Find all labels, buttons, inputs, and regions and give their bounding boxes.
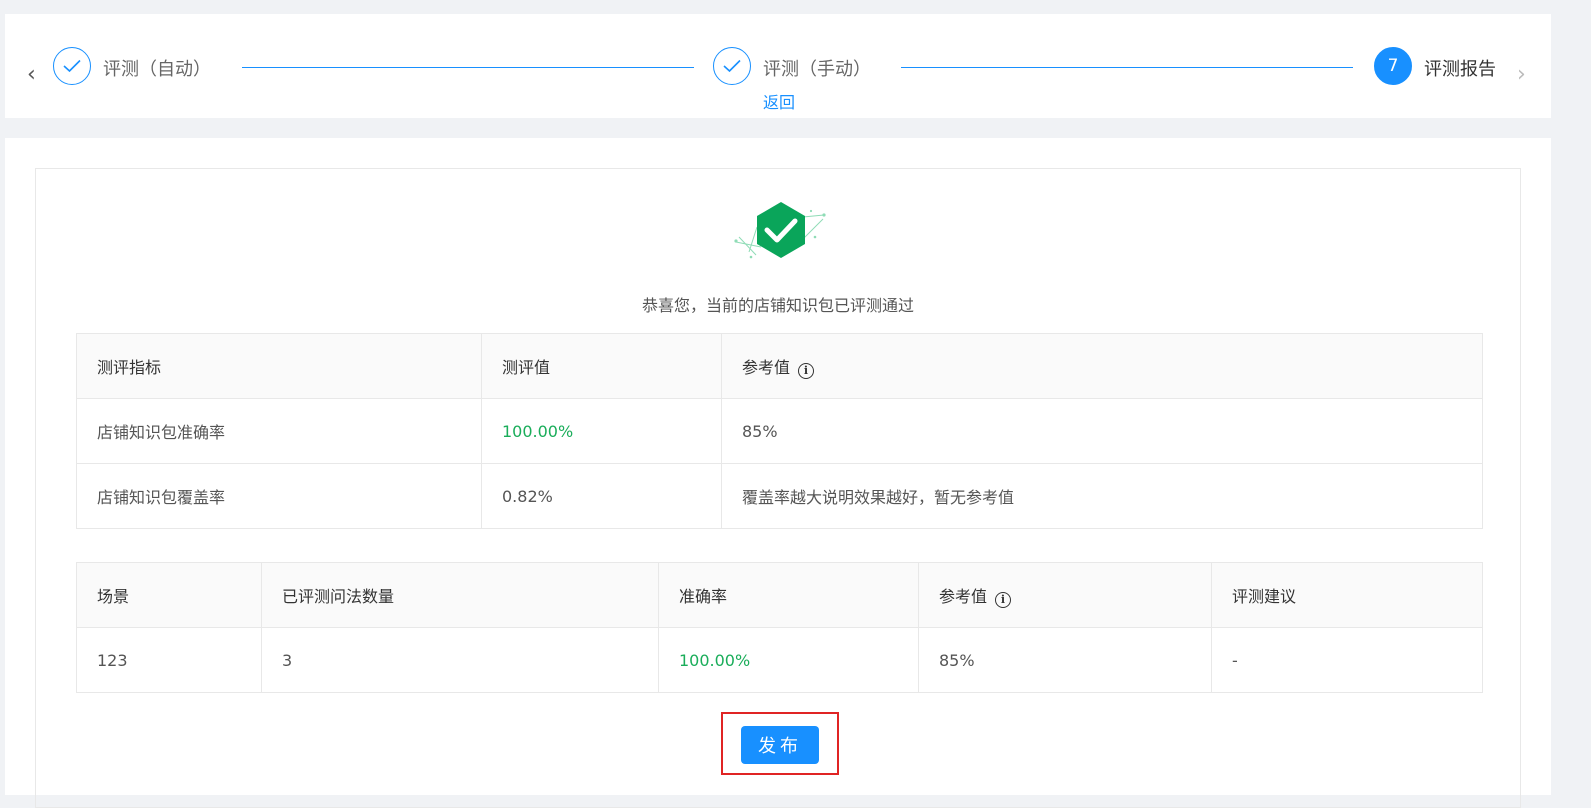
column-header-reference: 参考值 i xyxy=(918,562,1212,628)
back-link[interactable]: 返回 xyxy=(763,89,795,113)
success-check-icon xyxy=(734,202,826,259)
chevron-left-icon[interactable]: ‹ xyxy=(27,64,36,86)
publish-button[interactable]: 发布 xyxy=(741,726,819,764)
reference-value: 85% xyxy=(918,627,1212,693)
metric-value: 0.82% xyxy=(481,463,722,529)
check-icon xyxy=(53,47,91,85)
steps-bar: ‹ 评测（自动） 评测（手动） 返回 7 评测报告 › xyxy=(5,14,1551,118)
scene-table: 场景 已评测问法数量 准确率 参考值 i 评测建议 123 3 100.00% 8… xyxy=(76,562,1483,693)
accuracy-value: 100.00% xyxy=(658,627,919,693)
step-title: 评测报告 xyxy=(1424,59,1496,80)
table-row: 店铺知识包准确率 100.00% 85% xyxy=(76,398,1483,464)
column-header-reference: 参考值 i xyxy=(721,333,1483,399)
table-row: 店铺知识包覆盖率 0.82% 覆盖率越大说明效果越好，暂无参考值 xyxy=(76,463,1483,529)
chevron-right-icon[interactable]: › xyxy=(1517,64,1526,86)
step-connector xyxy=(242,67,694,68)
metric-name: 店铺知识包覆盖率 xyxy=(76,463,482,529)
metrics-table: 测评指标 测评值 参考值 i 店铺知识包准确率 100.00% 85% 店铺知识包… xyxy=(76,333,1483,529)
column-header: 测评值 xyxy=(481,333,722,399)
question-count: 3 xyxy=(261,627,659,693)
table-header-row: 场景 已评测问法数量 准确率 参考值 i 评测建议 xyxy=(76,562,1483,628)
step-number: 7 xyxy=(1374,47,1412,85)
step-title: 评测（自动） xyxy=(103,59,211,80)
column-header: 准确率 xyxy=(658,562,919,628)
column-header: 场景 xyxy=(76,562,262,628)
column-header: 测评指标 xyxy=(76,333,482,399)
report-panel: 恭喜您，当前的店铺知识包已评测通过 测评指标 测评值 参考值 i 店铺知识包准确率… xyxy=(35,168,1521,808)
success-message: 恭喜您，当前的店铺知识包已评测通过 xyxy=(641,296,914,315)
metric-reference: 85% xyxy=(721,398,1483,464)
info-icon[interactable]: i xyxy=(798,362,815,379)
metric-name: 店铺知识包准确率 xyxy=(76,398,482,464)
check-icon xyxy=(713,47,751,85)
table-row: 123 3 100.00% 85% - xyxy=(76,627,1483,693)
column-header: 已评测问法数量 xyxy=(261,562,659,628)
table-header-row: 测评指标 测评值 参考值 i xyxy=(76,333,1483,399)
info-icon[interactable]: i xyxy=(995,591,1012,608)
publish-highlight: 发布 xyxy=(721,712,839,775)
metric-reference: 覆盖率越大说明效果越好，暂无参考值 xyxy=(721,463,1483,529)
report-card: 恭喜您，当前的店铺知识包已评测通过 测评指标 测评值 参考值 i 店铺知识包准确率… xyxy=(5,138,1551,808)
step-connector xyxy=(901,67,1353,68)
column-header: 评测建议 xyxy=(1211,562,1483,628)
step-title: 评测（手动） xyxy=(763,59,871,80)
metric-value: 100.00% xyxy=(481,398,722,464)
suggestion: - xyxy=(1211,627,1483,693)
scene-name: 123 xyxy=(76,627,262,693)
